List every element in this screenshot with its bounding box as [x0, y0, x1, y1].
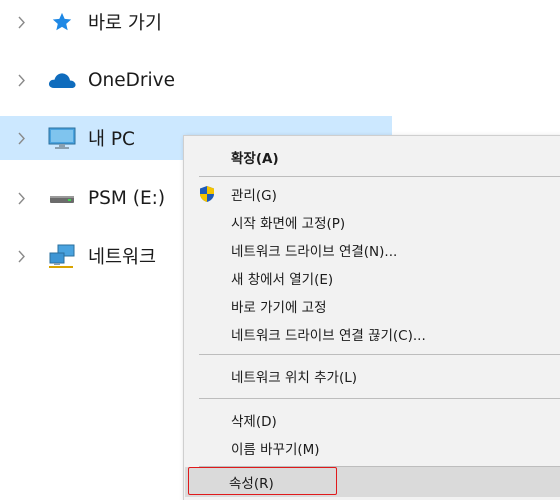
- chevron-right-icon[interactable]: [14, 249, 28, 263]
- menu-item-disconnect-network-drive[interactable]: 네트워크 드라이브 연결 끊기(C)...: [185, 320, 560, 348]
- menu-item-open-new-window[interactable]: 새 창에서 열기(E): [185, 264, 560, 292]
- chevron-right-icon[interactable]: [14, 73, 28, 87]
- chevron-right-icon[interactable]: [14, 131, 28, 145]
- nav-item-label: 바로 가기: [88, 13, 162, 34]
- menu-item-delete[interactable]: 삭제(D): [185, 406, 560, 434]
- menu-item-label: 새 창에서 열기(E): [231, 272, 334, 288]
- menu-separator: [199, 354, 560, 355]
- star-icon: [47, 10, 77, 34]
- nav-item-label: 네트워크: [88, 247, 157, 268]
- nav-item-network[interactable]: 네트워크: [0, 234, 183, 278]
- menu-item-rename[interactable]: 이름 바꾸기(M): [185, 434, 560, 462]
- monitor-icon: [47, 126, 77, 150]
- menu-separator: [199, 398, 560, 399]
- context-menu: 확장(A) 관리(G) 시작 화면에 고정(P) 네트워크 드라이브 연결(N)…: [183, 135, 560, 500]
- annotation-highlight-box: [188, 467, 337, 495]
- menu-item-expand[interactable]: 확장(A): [185, 143, 560, 171]
- menu-item-label: 시작 화면에 고정(P): [231, 216, 346, 232]
- menu-item-label: 이름 바꾸기(M): [231, 442, 320, 458]
- menu-item-label: 확장(A): [231, 151, 279, 167]
- menu-item-label: 바로 가기에 고정: [231, 300, 327, 316]
- drive-icon: [47, 186, 77, 210]
- shield-icon: [198, 185, 216, 203]
- menu-item-label: 네트워크 드라이브 연결 끊기(C)...: [231, 328, 426, 344]
- menu-item-label: 네트워크 드라이브 연결(N)...: [231, 244, 398, 260]
- menu-item-label: 관리(G): [231, 188, 277, 204]
- menu-item-properties[interactable]: 속성(R): [185, 467, 560, 497]
- menu-item-add-network-location[interactable]: 네트워크 위치 추가(L): [185, 362, 560, 390]
- menu-item-manage[interactable]: 관리(G): [185, 180, 560, 208]
- menu-item-label: 삭제(D): [231, 414, 277, 430]
- menu-item-map-network-drive[interactable]: 네트워크 드라이브 연결(N)...: [185, 236, 560, 264]
- menu-separator: [199, 176, 560, 177]
- nav-item-label: PSM (E:): [88, 187, 166, 209]
- network-icon: [47, 244, 77, 268]
- nav-item-label: 내 PC: [88, 129, 135, 150]
- cloud-icon: [47, 68, 77, 92]
- nav-item-onedrive[interactable]: OneDrive: [0, 58, 200, 102]
- menu-item-pin-to-start[interactable]: 시작 화면에 고정(P): [185, 208, 560, 236]
- menu-item-pin-to-quick-access[interactable]: 바로 가기에 고정: [185, 292, 560, 320]
- chevron-right-icon[interactable]: [14, 15, 28, 29]
- nav-item-label: OneDrive: [88, 69, 175, 91]
- chevron-right-icon[interactable]: [14, 191, 28, 205]
- nav-item-drive-e[interactable]: PSM (E:): [0, 176, 183, 220]
- nav-item-quick-access[interactable]: 바로 가기: [0, 0, 200, 44]
- menu-item-label: 네트워크 위치 추가(L): [231, 370, 357, 386]
